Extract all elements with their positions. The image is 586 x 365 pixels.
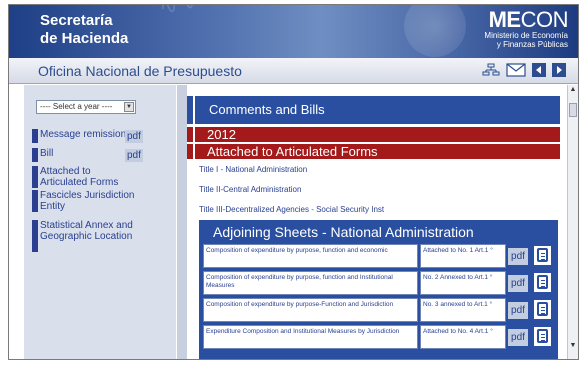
mecon-sub2: y Finanzas Públicas bbox=[496, 40, 568, 49]
document-glyph bbox=[537, 302, 548, 316]
office-title: Oficina Nacional de Presupuesto bbox=[38, 63, 242, 79]
header-tab-marker bbox=[187, 144, 195, 159]
scroll-up-icon[interactable]: ▲ bbox=[568, 85, 578, 95]
sidebar-item-label: Message remission bbox=[40, 129, 127, 140]
table-row: Expenditure Composition and Institutiona… bbox=[203, 325, 554, 349]
sidebar-item-label: Statistical Annex and Geographic Locatio… bbox=[40, 220, 133, 242]
row-reference: Attached to No. 1 Art.1 ° bbox=[420, 244, 506, 268]
adjoining-sheets-panel: Adjoining Sheets - National Administrati… bbox=[199, 220, 558, 359]
year-header: 2012 bbox=[187, 127, 560, 142]
table-row: Composition of expenditure by purpose-Fu… bbox=[203, 298, 554, 322]
sidebar-item-label: Fascicles Jurisdiction Entity bbox=[40, 190, 135, 212]
row-reference: No. 3 annexed to Art.1 ° bbox=[420, 298, 506, 322]
document-glyph bbox=[537, 248, 548, 262]
year-select[interactable]: ---- Select a year ---- ▼ bbox=[36, 100, 136, 114]
sidebar-item-bill[interactable]: Bill bbox=[32, 148, 53, 162]
adjoining-sheets-table: Composition of expenditure by purpose, f… bbox=[203, 244, 554, 352]
pdf-link[interactable]: pdf bbox=[508, 248, 528, 265]
pdf-link[interactable]: pdf bbox=[508, 329, 528, 346]
row-description: Expenditure Composition and Institutiona… bbox=[203, 325, 418, 349]
pdf-link-message-remission[interactable]: pdf bbox=[125, 130, 143, 143]
mecon-logo-text: MECON bbox=[484, 7, 569, 32]
scroll-down-icon[interactable]: ▼ bbox=[568, 341, 578, 351]
pdf-link[interactable]: pdf bbox=[508, 275, 528, 292]
secretaria-line1: Secretaría bbox=[40, 12, 113, 29]
back-icon[interactable] bbox=[532, 63, 546, 77]
sidebar-marker bbox=[32, 190, 38, 212]
document-glyph bbox=[537, 275, 548, 289]
banner-seal bbox=[404, 5, 466, 57]
row-reference: Attached to No. 4 Art.1 ° bbox=[420, 325, 506, 349]
header-tab-marker bbox=[187, 127, 195, 142]
document-icon[interactable] bbox=[533, 272, 552, 293]
comments-bills-header: Comments and Bills bbox=[187, 96, 560, 124]
table-row: Composition of expenditure by purpose, f… bbox=[203, 244, 554, 268]
row-description: Composition of expenditure by purpose-Fu… bbox=[203, 298, 418, 322]
content-area: ---- Select a year ---- ▼ Message remiss… bbox=[9, 85, 578, 359]
mail-icon[interactable] bbox=[506, 63, 526, 77]
mecon-logo[interactable]: MECON Ministerio de Economía y Finanzas … bbox=[484, 7, 569, 50]
year-label: 2012 bbox=[207, 127, 236, 142]
office-bar: Oficina Nacional de Presupuesto bbox=[9, 58, 578, 84]
forward-icon[interactable] bbox=[552, 63, 566, 77]
link-title-2[interactable]: Title II-Central Administration bbox=[199, 185, 301, 194]
document-icon[interactable] bbox=[533, 299, 552, 320]
header-tab-marker bbox=[187, 96, 195, 124]
main-panel: Comments and Bills 2012 Attached to Arti… bbox=[187, 85, 567, 359]
sidebar-item-message-remission[interactable]: Message remission bbox=[32, 129, 126, 143]
sidebar-item-fascicles[interactable]: Fascicles Jurisdiction Entity bbox=[32, 190, 155, 212]
mecon-sub1: Ministerio de Economía bbox=[484, 31, 568, 40]
toolbar bbox=[482, 63, 566, 77]
pdf-link-bill[interactable]: pdf bbox=[125, 149, 143, 162]
site-banner: ∿∿∿ Secretaría de Hacienda MECON Ministe… bbox=[9, 5, 578, 58]
sidebar-marker bbox=[32, 166, 38, 188]
mecon-logo-bold: ME bbox=[488, 7, 522, 32]
sidebar-marker bbox=[32, 148, 38, 162]
scroll-thumb[interactable] bbox=[569, 103, 577, 117]
chevron-down-icon[interactable]: ▼ bbox=[124, 102, 134, 112]
sidebar-marker bbox=[32, 220, 38, 252]
section-title: Attached to Articulated Forms bbox=[207, 144, 378, 159]
document-glyph bbox=[537, 329, 548, 343]
comments-bills-title: Comments and Bills bbox=[209, 102, 325, 117]
mecon-logo-light: CON bbox=[520, 7, 569, 32]
pdf-link[interactable]: pdf bbox=[508, 302, 528, 319]
sidebar-marker bbox=[32, 129, 38, 143]
sidebar-item-attached-forms[interactable]: Attached to Articulated Forms bbox=[32, 166, 130, 188]
vertical-scrollbar[interactable]: ▲ ▼ bbox=[567, 85, 578, 359]
year-select-value: ---- Select a year ---- bbox=[40, 102, 113, 111]
secretaria-title[interactable]: Secretaría de Hacienda bbox=[40, 12, 180, 48]
sidebar-item-label: Attached to Articulated Forms bbox=[40, 166, 119, 188]
link-title-3[interactable]: Title III-Decentralized Agencies - Socia… bbox=[199, 205, 384, 214]
row-description: Composition of expenditure by purpose, f… bbox=[203, 244, 418, 268]
browser-frame: ∿∿∿ Secretaría de Hacienda MECON Ministe… bbox=[8, 4, 579, 360]
sidebar-item-statistical-annex[interactable]: Statistical Annex and Geographic Locatio… bbox=[32, 220, 140, 252]
sidebar: ---- Select a year ---- ▼ Message remiss… bbox=[24, 85, 176, 359]
table-row: Composition of expenditure by purpose, f… bbox=[203, 271, 554, 295]
column-separator bbox=[177, 85, 187, 359]
link-title-1[interactable]: Title I - National Administration bbox=[199, 165, 307, 174]
section-header: Attached to Articulated Forms bbox=[187, 144, 560, 159]
sidebar-item-label: Bill bbox=[40, 148, 54, 159]
document-icon[interactable] bbox=[533, 326, 552, 347]
adjoining-sheets-title: Adjoining Sheets - National Administrati… bbox=[201, 222, 556, 242]
row-reference: No. 2 Annexed to Art.1 ° bbox=[420, 271, 506, 295]
row-description: Composition of expenditure by purpose, f… bbox=[203, 271, 418, 295]
secretaria-line2: de Hacienda bbox=[40, 30, 129, 47]
sitemap-icon[interactable] bbox=[482, 63, 500, 77]
document-icon[interactable] bbox=[533, 245, 552, 266]
